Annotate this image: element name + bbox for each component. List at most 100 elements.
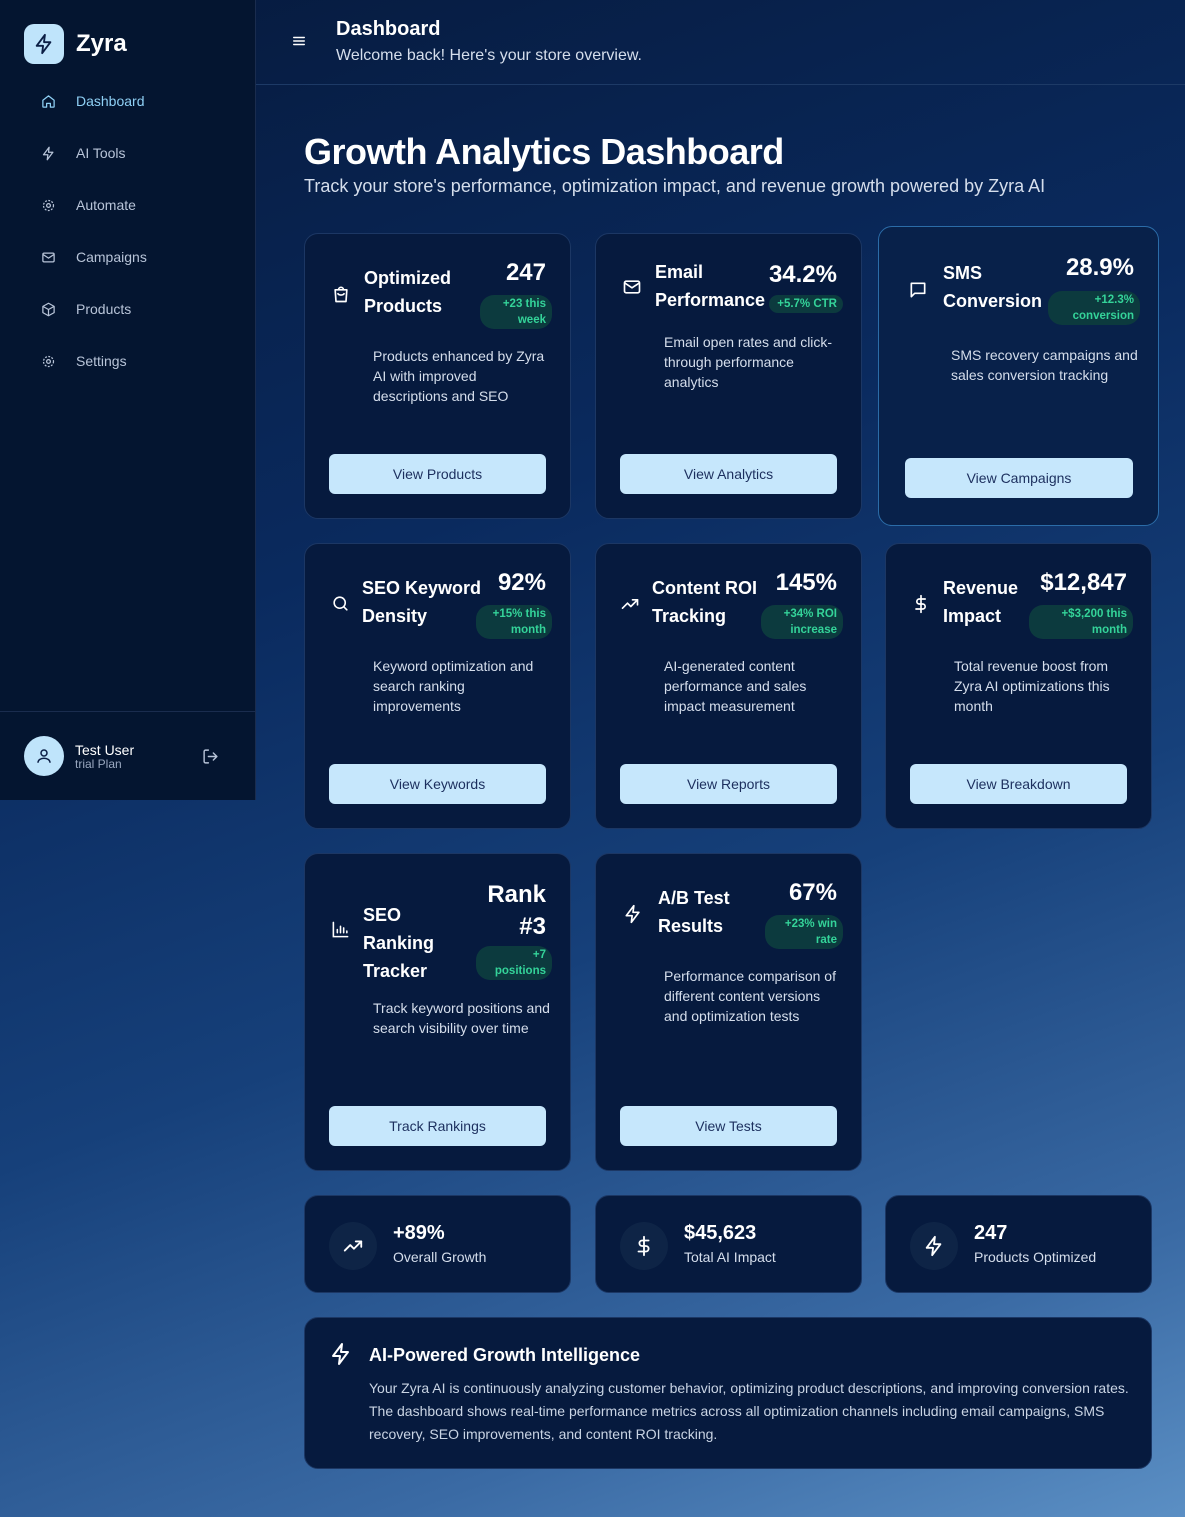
sidebar-item-label: Campaigns xyxy=(76,249,147,265)
mail-icon xyxy=(40,249,56,265)
user-name: Test User xyxy=(75,742,135,758)
sidebar-item-dashboard[interactable]: Dashboard xyxy=(0,75,255,127)
lightning-bolt-icon xyxy=(24,24,64,64)
trending-up-icon xyxy=(329,1222,377,1270)
view-reports-button[interactable]: View Reports xyxy=(620,764,837,804)
view-products-button[interactable]: View Products xyxy=(329,454,546,494)
card-email-performance: Email Performance 34.2% +5.7% CTR Email … xyxy=(595,233,862,519)
stat-label: Overall Growth xyxy=(393,1249,487,1265)
card-seo-ranking-tracker: SEO Ranking Tracker Rank #3 +7 positions… xyxy=(304,853,571,1171)
user-info: Test User trial Plan xyxy=(75,742,134,770)
stat-products-optimized: 247 Products Optimized xyxy=(885,1195,1152,1293)
card-title: Email Performance xyxy=(655,262,766,310)
card-value: 28.9% xyxy=(1065,254,1134,281)
stat-total-ai-impact: $45,623 Total AI Impact xyxy=(595,1195,862,1293)
sidebar-item-label: AI Tools xyxy=(76,145,126,161)
sidebar-item-label: Automate xyxy=(76,197,136,213)
card-ab-test-results: A/B Test Results 67% +23% win rate Perfo… xyxy=(595,853,862,1171)
card-value: 92% xyxy=(497,569,546,596)
message-icon xyxy=(908,280,928,300)
card-title: Revenue Impact xyxy=(943,578,1019,626)
card-description: Total revenue boost from Zyra AI optimiz… xyxy=(954,658,1110,714)
box-icon xyxy=(40,301,56,317)
stat-value: $45,623 xyxy=(684,1222,757,1244)
card-description: Keyword optimization and search ranking … xyxy=(373,658,534,714)
sidebar-item-label: Dashboard xyxy=(76,93,145,109)
card-badge: +34% ROI increase xyxy=(761,605,843,639)
shopping-bag-icon xyxy=(331,284,351,304)
card-badge: +$3,200 this month xyxy=(1029,605,1133,639)
view-tests-button[interactable]: View Tests xyxy=(620,1106,837,1146)
page-subtitle: Track your store's performance, optimiza… xyxy=(304,176,1046,196)
sidebar-nav: Dashboard AI Tools Automate Campaigns Pr… xyxy=(0,75,255,387)
sidebar-item-label: Settings xyxy=(76,353,127,369)
view-keywords-button[interactable]: View Keywords xyxy=(329,764,546,804)
card-title: SEO Ranking Tracker xyxy=(363,905,435,981)
card-value: 145% xyxy=(775,569,837,596)
card-value: $12,847 xyxy=(1040,569,1127,596)
card-content-roi-tracking: Content ROI Tracking 145% +34% ROI incre… xyxy=(595,543,862,829)
gear-icon xyxy=(40,197,56,213)
card-badge: +15% this month xyxy=(476,605,552,639)
trending-up-icon xyxy=(620,594,640,614)
bar-chart-icon xyxy=(331,920,350,939)
mail-icon xyxy=(622,277,642,297)
sidebar-item-label: Products xyxy=(76,301,132,317)
page-title: Growth Analytics Dashboard xyxy=(304,131,784,172)
sidebar-item-products[interactable]: Products xyxy=(0,283,255,335)
brand[interactable]: Zyra xyxy=(24,24,127,64)
home-icon xyxy=(40,93,56,109)
user-plan: trial Plan xyxy=(75,757,122,771)
track-rankings-button[interactable]: Track Rankings xyxy=(329,1106,546,1146)
menu-icon[interactable] xyxy=(292,34,306,48)
user-profile: Test User trial Plan xyxy=(0,711,255,800)
sidebar: Zyra Dashboard AI Tools Automate Campaig… xyxy=(0,0,256,800)
card-badge: +5.7% CTR xyxy=(769,295,843,313)
header-title: Dashboard xyxy=(336,18,441,40)
settings-icon xyxy=(40,353,56,369)
card-description: AI-generated content performance and sal… xyxy=(664,658,807,714)
dollar-icon xyxy=(911,594,931,614)
card-value: Rank #3 xyxy=(487,881,546,940)
ai-intelligence-panel: AI-Powered Growth Intelligence Your Zyra… xyxy=(304,1317,1152,1469)
card-badge: +12.3% conversion xyxy=(1048,291,1140,325)
lightning-icon xyxy=(623,904,643,924)
card-title: Content ROI Tracking xyxy=(652,578,757,626)
header-subtitle: Welcome back! Here's your store overview… xyxy=(336,47,642,64)
card-badge: +23 this week xyxy=(480,295,552,329)
avatar[interactable] xyxy=(24,736,64,776)
card-description: Products enhanced by Zyra AI with improv… xyxy=(373,348,545,404)
card-badge: +7 positions xyxy=(476,946,552,980)
dollar-icon xyxy=(620,1222,668,1270)
card-description: SMS recovery campaigns and sales convers… xyxy=(951,347,1138,383)
card-value: 34.2% xyxy=(768,261,837,288)
view-breakdown-button[interactable]: View Breakdown xyxy=(910,764,1127,804)
card-sms-conversion: SMS Conversion 28.9% +12.3% conversion S… xyxy=(878,226,1159,526)
view-campaigns-button[interactable]: View Campaigns xyxy=(905,458,1133,498)
sidebar-item-campaigns[interactable]: Campaigns xyxy=(0,231,255,283)
stat-overall-growth: +89% Overall Growth xyxy=(304,1195,571,1293)
card-badge: +23% win rate xyxy=(765,915,843,949)
sidebar-item-ai-tools[interactable]: AI Tools xyxy=(0,127,255,179)
card-title: A/B Test Results xyxy=(658,888,730,936)
lightning-icon xyxy=(910,1222,958,1270)
stat-value: 247 xyxy=(974,1222,1008,1244)
stat-label: Total AI Impact xyxy=(684,1249,776,1265)
lightning-icon xyxy=(40,145,56,161)
intelligence-title: AI-Powered Growth Intelligence xyxy=(369,1345,641,1365)
card-title: SMS Conversion xyxy=(943,263,1043,311)
lightning-icon xyxy=(329,1342,353,1366)
card-description: Email open rates and click-through perfo… xyxy=(664,334,833,390)
card-title: SEO Keyword Density xyxy=(362,578,482,626)
card-optimized-products: Optimized Products 247 +23 this week Pro… xyxy=(304,233,571,519)
view-analytics-button[interactable]: View Analytics xyxy=(620,454,837,494)
card-description: Track keyword positions and search visib… xyxy=(373,1000,550,1036)
card-seo-keyword-density: SEO Keyword Density 92% +15% this month … xyxy=(304,543,571,829)
intelligence-text: Your Zyra AI is continuously analyzing c… xyxy=(369,1380,1129,1442)
logout-icon[interactable] xyxy=(202,748,219,765)
card-value: 67% xyxy=(788,879,837,906)
sidebar-item-automate[interactable]: Automate xyxy=(0,179,255,231)
sidebar-item-settings[interactable]: Settings xyxy=(0,335,255,387)
search-icon xyxy=(331,594,350,613)
stat-label: Products Optimized xyxy=(974,1249,1097,1265)
